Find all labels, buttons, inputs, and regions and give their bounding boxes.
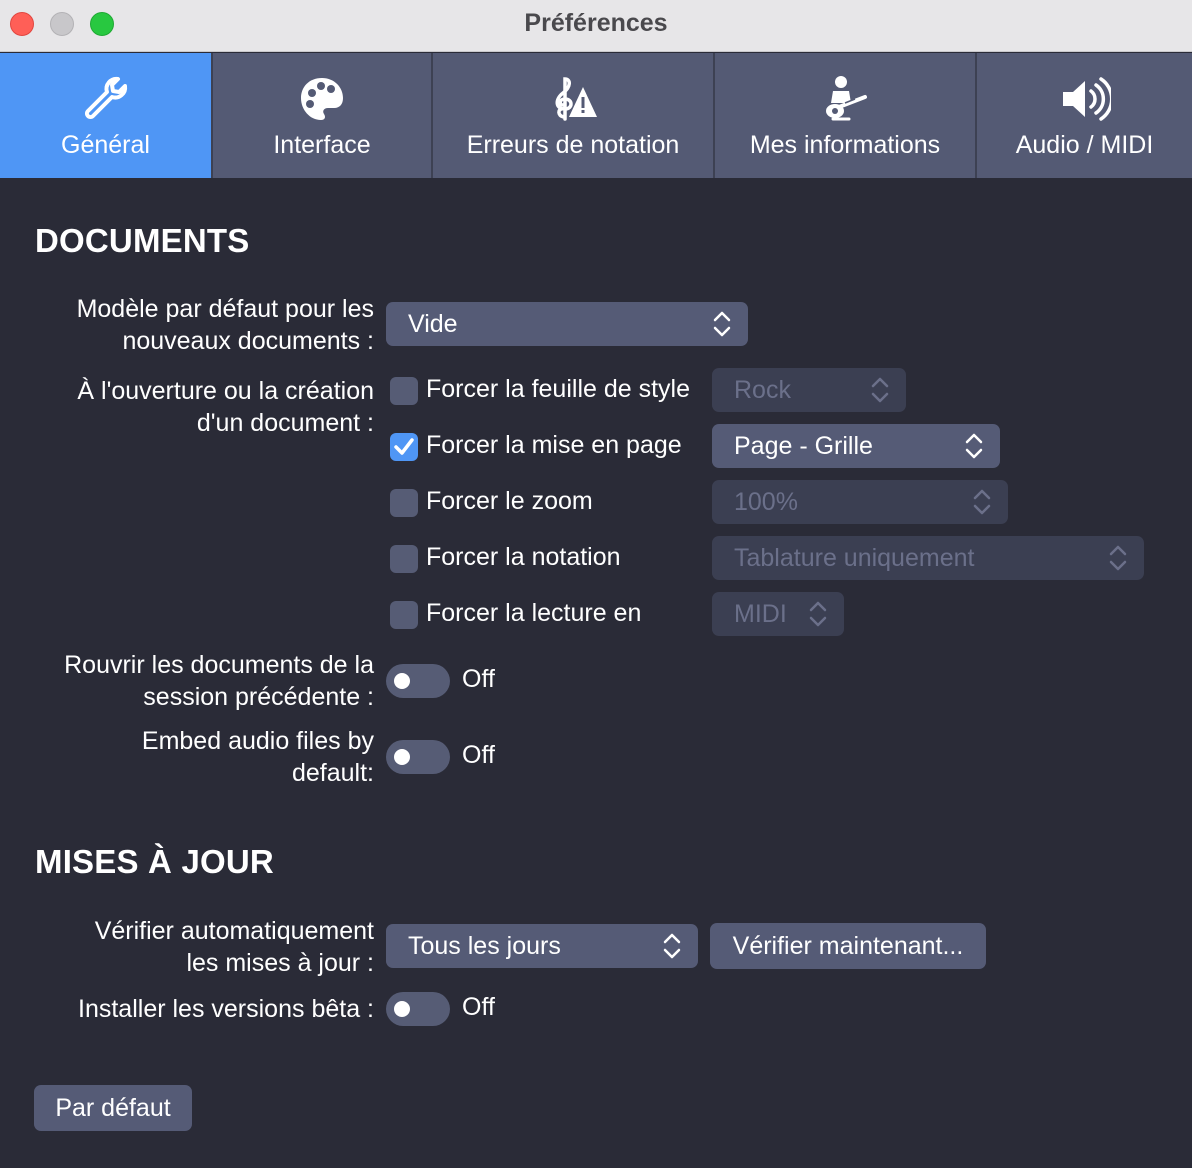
tab-audio-midi[interactable]: Audio / MIDI: [977, 53, 1192, 178]
window-title: Préférences: [524, 9, 668, 37]
switch-knob: [394, 673, 410, 689]
speaker-icon: [977, 73, 1192, 125]
check-updates-select[interactable]: Tous les jours: [386, 924, 698, 968]
chevron-up-down-icon: [965, 433, 983, 459]
force-layout-checkbox[interactable]: [390, 433, 418, 461]
embed-audio-label: Embed audio files by default:: [142, 725, 374, 789]
default-template-select[interactable]: Vide: [386, 302, 748, 346]
reopen-documents-state: Off: [462, 665, 495, 693]
clef-warning-icon: [433, 73, 713, 125]
chevron-up-down-icon: [973, 489, 991, 515]
default-template-label-line2: nouveaux documents :: [122, 327, 374, 355]
tab-general-label: Général: [61, 131, 150, 159]
force-zoom-checkbox[interactable]: [390, 489, 418, 517]
tab-interface-label: Interface: [273, 131, 371, 159]
restore-defaults-button[interactable]: Par défaut: [34, 1085, 192, 1131]
reopen-documents-label-line2: session précédente :: [143, 683, 374, 711]
install-beta-switch[interactable]: [386, 992, 450, 1026]
chevron-up-down-icon: [663, 933, 681, 959]
check-updates-label-line2: les mises à jour :: [186, 949, 374, 977]
force-playback-label: Forcer la lecture en: [426, 599, 642, 627]
chevron-up-down-icon: [809, 601, 827, 627]
tab-my-information-label: Mes informations: [749, 131, 941, 159]
preferences-tab-bar: Général Interface Erreurs de notation Me…: [0, 53, 1192, 178]
chevron-up-down-icon: [1109, 545, 1127, 571]
tab-my-information[interactable]: Mes informations: [715, 53, 977, 178]
on-open-label-line1: À l'ouverture ou la création: [77, 377, 374, 405]
reopen-documents-label: Rouvrir les documents de la session préc…: [64, 649, 374, 713]
embed-audio-label-line2: default:: [291, 759, 374, 787]
check-now-button[interactable]: Vérifier maintenant...: [710, 923, 986, 969]
force-zoom-select[interactable]: 100%: [712, 480, 1008, 524]
tab-notation-errors-label: Erreurs de notation: [466, 131, 680, 159]
embed-audio-switch[interactable]: [386, 740, 450, 774]
tab-interface[interactable]: Interface: [213, 53, 433, 178]
force-layout-value: Page - Grille: [734, 432, 873, 460]
check-updates-label-line1: Vérifier automatiquement: [94, 917, 374, 945]
guitarist-icon: [715, 73, 975, 125]
force-zoom-label: Forcer le zoom: [426, 487, 593, 515]
force-zoom-value: 100%: [734, 488, 798, 516]
force-playback-value: MIDI: [734, 600, 787, 628]
install-beta-state: Off: [462, 993, 495, 1021]
palette-icon: [213, 73, 431, 125]
force-layout-select[interactable]: Page - Grille: [712, 424, 1000, 468]
default-template-value: Vide: [408, 310, 458, 338]
default-template-label: Modèle par défaut pour les nouveaux docu…: [77, 293, 374, 357]
reopen-documents-label-line1: Rouvrir les documents de la: [64, 651, 374, 679]
force-stylesheet-value: Rock: [734, 376, 791, 404]
check-updates-label: Vérifier automatiquement les mises à jou…: [95, 915, 374, 979]
checkmark-icon: [394, 438, 414, 455]
force-notation-checkbox[interactable]: [390, 545, 418, 573]
force-stylesheet-label: Forcer la feuille de style: [426, 375, 691, 403]
force-notation-select[interactable]: Tablature uniquement: [712, 536, 1144, 580]
check-updates-value: Tous les jours: [408, 932, 561, 960]
force-notation-label: Forcer la notation: [426, 543, 621, 571]
force-notation-value: Tablature uniquement: [734, 544, 975, 572]
force-stylesheet-select[interactable]: Rock: [712, 368, 906, 412]
embed-audio-state: Off: [462, 741, 495, 769]
force-playback-checkbox[interactable]: [390, 601, 418, 629]
tab-audio-midi-label: Audio / MIDI: [1015, 131, 1154, 159]
updates-section-title: MISES À JOUR: [35, 843, 274, 880]
on-open-label: À l'ouverture ou la création d'un docume…: [77, 375, 374, 439]
switch-knob: [394, 1001, 410, 1017]
on-open-label-line2: d'un document :: [196, 409, 374, 437]
switch-knob: [394, 749, 410, 765]
install-beta-label: Installer les versions bêta :: [78, 995, 374, 1023]
force-layout-label: Forcer la mise en page: [426, 431, 682, 459]
chevron-up-down-icon: [713, 311, 731, 337]
reopen-documents-switch[interactable]: [386, 664, 450, 698]
wrench-icon: [0, 73, 211, 125]
tab-general[interactable]: Général: [0, 53, 213, 178]
force-playback-select[interactable]: MIDI: [712, 592, 844, 636]
documents-section-title: DOCUMENTS: [35, 222, 250, 259]
chevron-up-down-icon: [871, 377, 889, 403]
default-template-label-line1: Modèle par défaut pour les: [76, 295, 374, 323]
tab-notation-errors[interactable]: Erreurs de notation: [433, 53, 715, 178]
embed-audio-label-line1: Embed audio files by: [141, 727, 374, 755]
force-stylesheet-checkbox[interactable]: [390, 377, 418, 405]
title-bar: Préférences: [0, 0, 1192, 52]
